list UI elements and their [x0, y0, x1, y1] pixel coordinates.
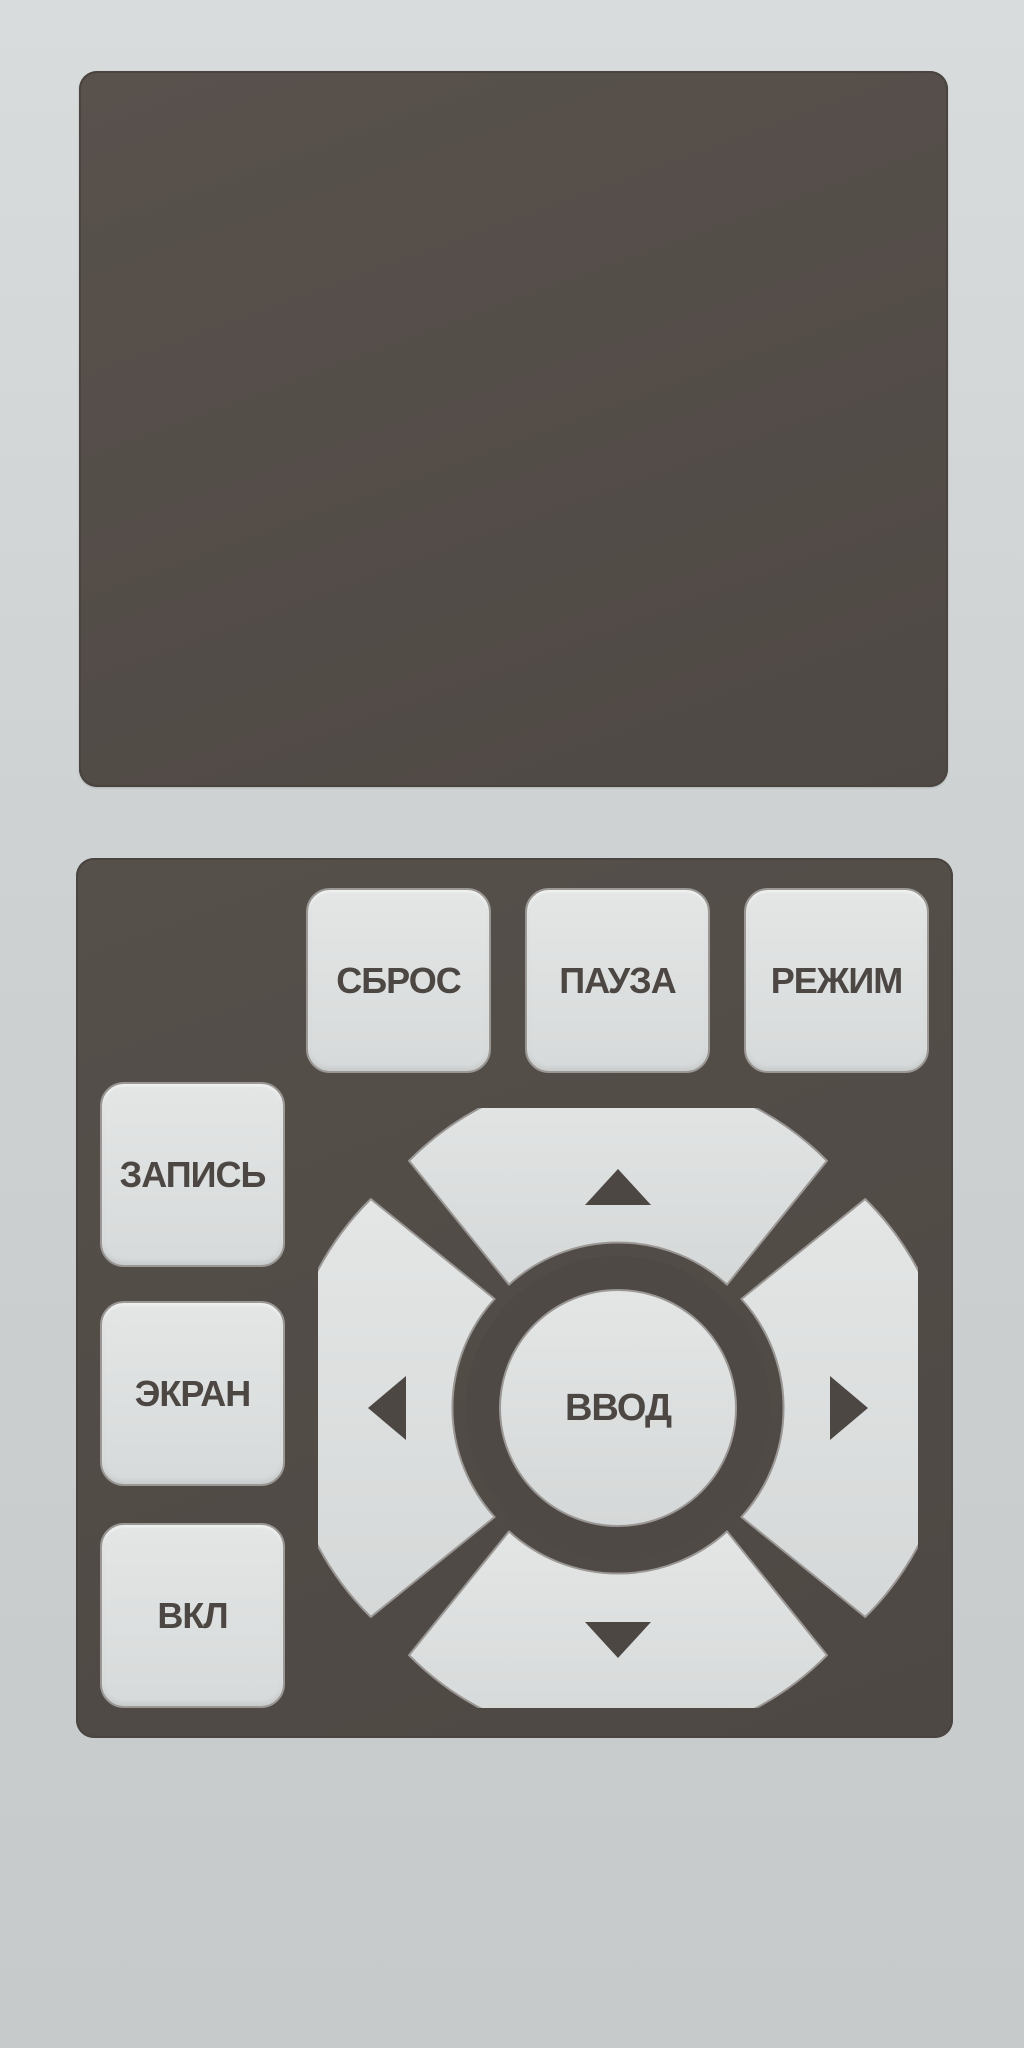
mode-button[interactable]: РЕЖИМ — [744, 888, 929, 1073]
screen-button[interactable]: ЭКРАН — [100, 1301, 285, 1486]
record-label: ЗАПИСЬ — [119, 1153, 267, 1195]
enter-button[interactable] — [499, 1289, 737, 1527]
reset-label: СБРОС — [336, 959, 461, 1001]
power-button[interactable]: ВКЛ — [100, 1523, 285, 1708]
pause-button[interactable]: ПАУЗА — [525, 888, 710, 1073]
direction-pad: ВВОД — [318, 1108, 918, 1708]
mode-label: РЕЖИМ — [770, 959, 903, 1001]
record-button[interactable]: ЗАПИСЬ — [100, 1082, 285, 1267]
pause-label: ПАУЗА — [559, 959, 676, 1001]
screen-label: ЭКРАН — [134, 1372, 251, 1414]
reset-button[interactable]: СБРОС — [306, 888, 491, 1073]
power-label: ВКЛ — [157, 1594, 228, 1636]
lcd-display — [79, 71, 948, 787]
